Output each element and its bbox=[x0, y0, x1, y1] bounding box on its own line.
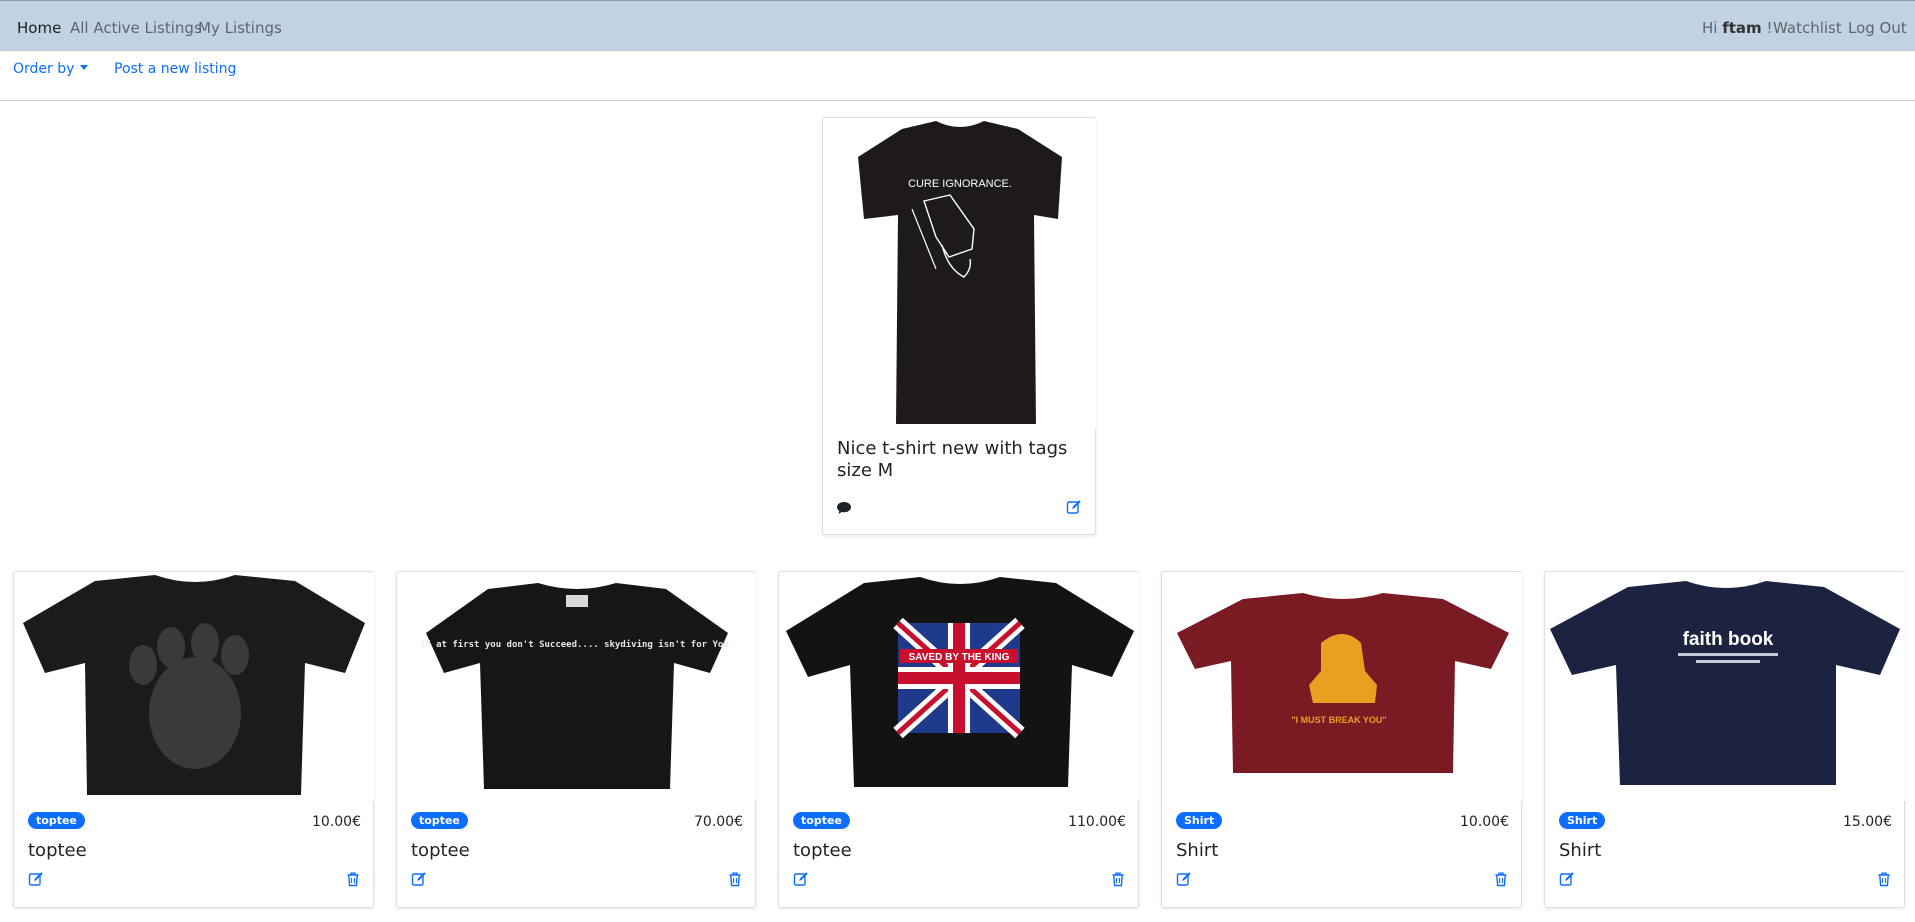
trash-icon[interactable] bbox=[1110, 871, 1126, 887]
featured-shirt-print: CURE IGNORANCE. bbox=[908, 178, 1012, 190]
post-new-listing-link[interactable]: Post a new listing bbox=[114, 61, 236, 77]
top-navbar: Home All Active Listings My Listings Hi … bbox=[0, 0, 1915, 51]
listing-shirt-print: faith book bbox=[1683, 629, 1774, 650]
listing-shirt-print: "I MUST BREAK YOU" bbox=[1291, 715, 1386, 725]
category-badge[interactable]: toptee bbox=[28, 812, 85, 829]
edit-icon[interactable] bbox=[411, 871, 427, 887]
edit-icon[interactable] bbox=[1176, 871, 1192, 887]
listing-image[interactable]: faith book bbox=[1546, 573, 1905, 801]
listing-title[interactable]: toptee bbox=[411, 840, 470, 862]
listing-title[interactable]: toptee bbox=[793, 840, 852, 862]
nav-home-link[interactable]: Home bbox=[17, 19, 61, 37]
listing-shirt-print: if at first you don't Succeed.... skydiv… bbox=[420, 639, 734, 650]
category-badge[interactable]: toptee bbox=[793, 812, 850, 829]
featured-listing-card[interactable]: CURE IGNORANCE. Nice t-shirt new with ta… bbox=[822, 117, 1096, 535]
listing-price: 10.00€ bbox=[312, 814, 361, 830]
featured-listing-image[interactable]: CURE IGNORANCE. bbox=[824, 119, 1096, 429]
listing-price: 70.00€ bbox=[694, 814, 743, 830]
listing-image[interactable]: SAVED BY THE KING bbox=[780, 573, 1139, 801]
edit-icon[interactable] bbox=[28, 871, 44, 887]
trash-icon[interactable] bbox=[1493, 871, 1509, 887]
featured-listing-title[interactable]: Nice t-shirt new with tags size M bbox=[837, 438, 1072, 482]
username: ftam bbox=[1722, 19, 1762, 37]
order-by-dropdown[interactable]: Order by bbox=[13, 61, 89, 77]
edit-icon[interactable] bbox=[793, 871, 809, 887]
watchlist-link[interactable]: Watchlist bbox=[1773, 19, 1842, 37]
comment-icon[interactable] bbox=[836, 500, 852, 516]
edit-icon[interactable] bbox=[1066, 499, 1082, 515]
listing-card[interactable]: if at first you don't Succeed.... skydiv… bbox=[396, 571, 756, 908]
listing-title[interactable]: Shirt bbox=[1176, 840, 1218, 862]
listing-card[interactable]: toptee 10.00€ toptee bbox=[13, 571, 374, 908]
logout-link[interactable]: Log Out bbox=[1848, 19, 1907, 37]
category-badge[interactable]: toptee bbox=[411, 812, 468, 829]
caret-down-icon bbox=[80, 65, 89, 70]
user-greeting: Hi ftam ! bbox=[1702, 19, 1772, 37]
listing-price: 110.00€ bbox=[1068, 814, 1126, 830]
listing-image[interactable]: "I MUST BREAK YOU" bbox=[1163, 573, 1522, 801]
listing-card[interactable]: "I MUST BREAK YOU" Shirt 10.00€ Shirt bbox=[1161, 571, 1522, 908]
listing-image[interactable]: if at first you don't Succeed.... skydiv… bbox=[398, 573, 756, 801]
listing-card[interactable]: faith book Shirt 15.00€ Shirt bbox=[1544, 571, 1905, 908]
listing-card[interactable]: SAVED BY THE KING toptee 110.00€ toptee bbox=[778, 571, 1139, 908]
category-badge[interactable]: Shirt bbox=[1176, 812, 1223, 829]
listing-price: 10.00€ bbox=[1460, 814, 1509, 830]
trash-icon[interactable] bbox=[727, 871, 743, 887]
order-by-label: Order by bbox=[13, 61, 75, 77]
greeting-suffix: ! bbox=[1766, 19, 1773, 37]
trash-icon[interactable] bbox=[1876, 871, 1892, 887]
greeting-prefix: Hi bbox=[1702, 19, 1718, 37]
nav-my-listings-link[interactable]: My Listings bbox=[198, 19, 282, 37]
trash-icon[interactable] bbox=[345, 871, 361, 887]
edit-icon[interactable] bbox=[1559, 871, 1575, 887]
listing-title[interactable]: Shirt bbox=[1559, 840, 1601, 862]
nav-all-active-listings-link[interactable]: All Active Listings bbox=[70, 19, 202, 37]
listing-toolbar: Order by Post a new listing bbox=[0, 51, 1915, 101]
listing-price: 15.00€ bbox=[1843, 814, 1892, 830]
category-badge[interactable]: Shirt bbox=[1559, 812, 1606, 829]
listing-title[interactable]: toptee bbox=[28, 840, 87, 862]
listing-image[interactable] bbox=[15, 573, 374, 801]
listing-shirt-print: SAVED BY THE KING bbox=[909, 652, 1010, 663]
